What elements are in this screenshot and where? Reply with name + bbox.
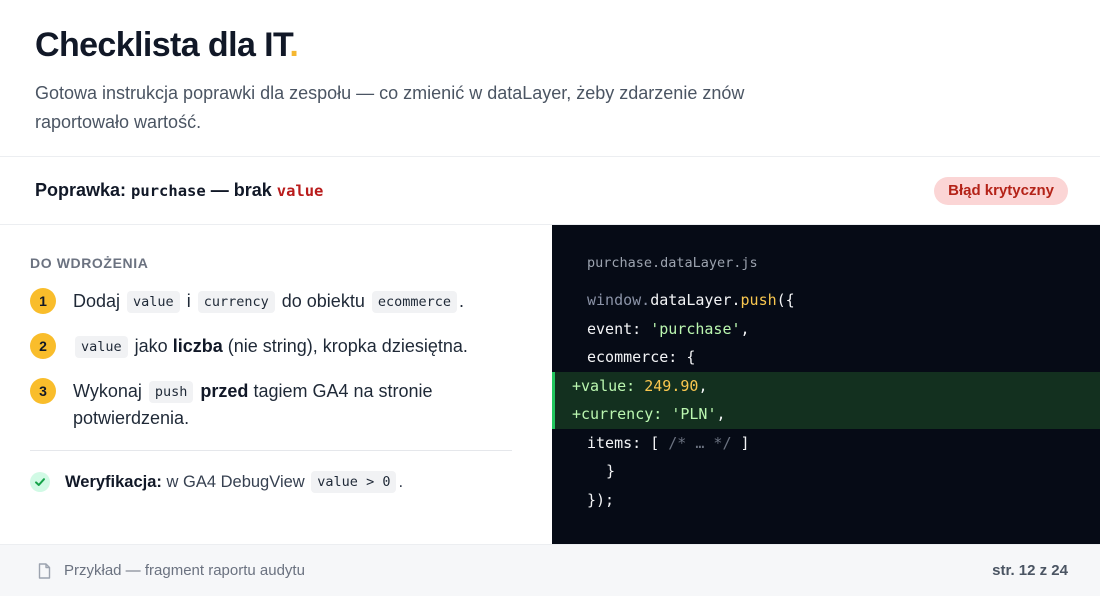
code-token: 'purchase' bbox=[650, 319, 741, 338]
check-icon bbox=[30, 472, 50, 492]
step-text-part: Dodaj bbox=[73, 291, 121, 311]
code-token: , bbox=[716, 405, 726, 423]
step-text-part: i bbox=[186, 291, 191, 311]
page-number: str. 12 z 24 bbox=[992, 562, 1068, 579]
code-token: }); bbox=[587, 490, 615, 509]
step-item: 2 value jako liczba (nie string), kropka… bbox=[30, 333, 512, 360]
code-token: ecommerce: { bbox=[587, 348, 696, 366]
code-line-added: +currency: 'PLN', bbox=[552, 400, 1100, 429]
fix-event-name: purchase bbox=[131, 182, 206, 200]
step-text-part: Wykonaj bbox=[73, 381, 142, 401]
step-text: Wykonaj push przed tagiem GA4 na stronie… bbox=[73, 378, 493, 432]
step-number: 3 bbox=[30, 378, 56, 404]
step-text-part: . bbox=[459, 291, 465, 311]
fix-bar: Poprawka: purchase — brak value Błąd kry… bbox=[0, 157, 1100, 225]
code-token: +currency: bbox=[572, 405, 672, 423]
step-text: value jako liczba (nie string), kropka d… bbox=[73, 333, 493, 360]
code-token: dataLayer bbox=[650, 291, 732, 309]
footer-left: Przykład — fragment raportu audytu bbox=[38, 562, 305, 579]
code-panel: purchase.dataLayer.js window.dataLayer.p… bbox=[552, 225, 1100, 544]
step-number: 2 bbox=[30, 333, 56, 359]
code-file-name: purchase.dataLayer.js bbox=[587, 255, 758, 271]
code-token: , bbox=[698, 376, 708, 395]
step-text: Dodaj value i currency do obiektu ecomme… bbox=[73, 288, 493, 315]
step-item: 3 Wykonaj push przed tagiem GA4 na stron… bbox=[30, 378, 512, 432]
inline-code: value bbox=[127, 291, 180, 313]
code-token: +value: bbox=[572, 376, 645, 395]
page-title-text: Checklista dla IT bbox=[35, 26, 290, 64]
steps-list: 1 Dodaj value i currency do obiektu ecom… bbox=[30, 288, 512, 432]
fix-dash-text: — brak bbox=[205, 180, 277, 200]
code-token: . bbox=[731, 291, 741, 309]
code-line: items: [ /* … */ ] bbox=[552, 429, 1100, 458]
code-token: push bbox=[740, 291, 777, 309]
code-line: } bbox=[552, 457, 1100, 486]
code-line-added: +value: 249.90, bbox=[552, 371, 1100, 400]
verification-text: Weryfikacja: w GA4 DebugView value > 0. bbox=[65, 471, 403, 493]
fix-label: Poprawka: bbox=[35, 180, 127, 200]
verification-end: . bbox=[398, 473, 404, 491]
code-line: window.dataLayer.push({ bbox=[552, 286, 1100, 315]
step-number: 1 bbox=[30, 288, 56, 314]
step-text-part: jako bbox=[134, 336, 168, 356]
code-token: items: [ bbox=[587, 433, 669, 452]
inline-code: currency bbox=[197, 291, 275, 313]
step-emphasis: liczba bbox=[172, 336, 223, 356]
code-token: ({ bbox=[776, 291, 795, 309]
code-line: }); bbox=[552, 486, 1100, 515]
document-icon bbox=[38, 562, 51, 579]
page-subtitle: Gotowa instrukcja poprawki dla zespołu —… bbox=[35, 83, 745, 132]
code-token: window. bbox=[587, 291, 651, 309]
code-token: /* … */ bbox=[668, 433, 732, 452]
checklist-panel: DO WDROŻENIA 1 Dodaj value i currency do… bbox=[0, 225, 552, 544]
step-text-part: do obiektu bbox=[281, 291, 365, 311]
section-label: DO WDROŻENIA bbox=[30, 255, 149, 271]
inline-code: ecommerce bbox=[371, 291, 458, 313]
code-line: ecommerce: { bbox=[552, 343, 1100, 372]
inline-code: push bbox=[148, 381, 194, 403]
code-token: ] bbox=[731, 433, 750, 452]
code-line: event: 'purchase', bbox=[552, 315, 1100, 344]
code-token: event: bbox=[587, 319, 651, 338]
step-item: 1 Dodaj value i currency do obiektu ecom… bbox=[30, 288, 512, 315]
page-header: Checklista dla IT. Gotowa instrukcja pop… bbox=[0, 0, 1100, 157]
code-token: , bbox=[740, 319, 750, 338]
code-token: } bbox=[606, 462, 616, 480]
verification-row: Weryfikacja: w GA4 DebugView value > 0. bbox=[30, 471, 512, 493]
fix-title: Poprawka: purchase — brak value bbox=[35, 180, 323, 201]
inline-code: value > 0 bbox=[311, 471, 397, 493]
divider bbox=[30, 450, 512, 451]
page-footer: Przykład — fragment raportu audytu str. … bbox=[0, 544, 1100, 596]
fix-missing-field: value bbox=[276, 182, 324, 200]
verification-label: Weryfikacja: bbox=[65, 473, 162, 491]
step-text-part: (nie string), kropka dziesiętna. bbox=[227, 336, 468, 356]
page-title: Checklista dla IT. bbox=[35, 25, 1065, 65]
verification-desc: w GA4 DebugView bbox=[166, 473, 305, 491]
inline-code: value bbox=[75, 336, 128, 358]
severity-badge: Błąd krytyczny bbox=[934, 176, 1068, 205]
code-token: 'PLN' bbox=[671, 405, 717, 423]
step-emphasis: przed bbox=[200, 381, 249, 401]
footer-caption: Przykład — fragment raportu audytu bbox=[64, 562, 305, 579]
title-accent-dot: . bbox=[289, 26, 299, 64]
code-token: 249.90 bbox=[644, 376, 699, 395]
